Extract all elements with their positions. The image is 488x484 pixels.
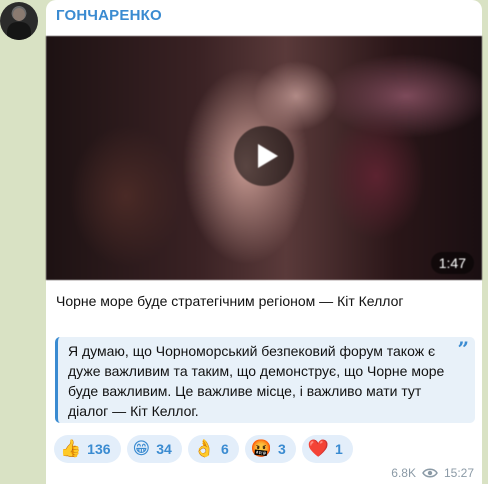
play-icon[interactable] bbox=[234, 126, 294, 186]
message-bubble: ГОНЧАРЕНКО 1:47 Чорне море буде стратегі… bbox=[46, 0, 482, 484]
blockquote: Я думаю, що Чорноморський безпековий фор… bbox=[55, 337, 475, 423]
reaction-angry[interactable]: 🤬 3 bbox=[244, 435, 296, 463]
reaction-count: 3 bbox=[277, 441, 286, 457]
message-meta: 6.8K 15:27 bbox=[391, 466, 474, 480]
video-preview[interactable]: 1:47 bbox=[46, 36, 482, 280]
reaction-count: 136 bbox=[87, 441, 111, 457]
sender-name[interactable]: ГОНЧАРЕНКО bbox=[56, 7, 162, 24]
message-headline: Чорне море буде стратегічним регіоном — … bbox=[56, 293, 404, 309]
reaction-heart[interactable]: ❤️ 1 bbox=[301, 435, 353, 463]
quote-text: Я думаю, що Чорноморський безпековий фор… bbox=[68, 343, 445, 419]
ok-hand-icon: 👌 bbox=[193, 439, 216, 459]
reaction-count: 34 bbox=[156, 441, 172, 457]
reaction-count: 6 bbox=[221, 441, 229, 457]
avatar-head bbox=[13, 8, 25, 21]
eye-icon bbox=[422, 468, 438, 478]
reaction-ok-hand[interactable]: 👌 6 bbox=[187, 435, 239, 463]
video-duration: 1:47 bbox=[430, 252, 474, 274]
views-count: 6.8K bbox=[391, 466, 416, 480]
quote-icon: ” bbox=[457, 337, 469, 361]
thumbs-up-icon: 👍 bbox=[60, 439, 82, 459]
heart-icon: ❤️ bbox=[307, 439, 329, 459]
grinning-face-icon: 😁 bbox=[132, 439, 151, 459]
reaction-thumbs-up[interactable]: 👍 136 bbox=[54, 435, 121, 463]
reaction-grin[interactable]: 😁 34 bbox=[126, 435, 182, 463]
reactions-bar: 👍 136 😁 34 👌 6 🤬 3 ❤️ 1 bbox=[54, 435, 353, 463]
reaction-count: 1 bbox=[334, 441, 343, 457]
avatar-body bbox=[7, 22, 31, 40]
avatar[interactable] bbox=[0, 2, 38, 40]
angry-face-icon: 🤬 bbox=[250, 439, 272, 459]
message-time: 15:27 bbox=[443, 466, 474, 480]
